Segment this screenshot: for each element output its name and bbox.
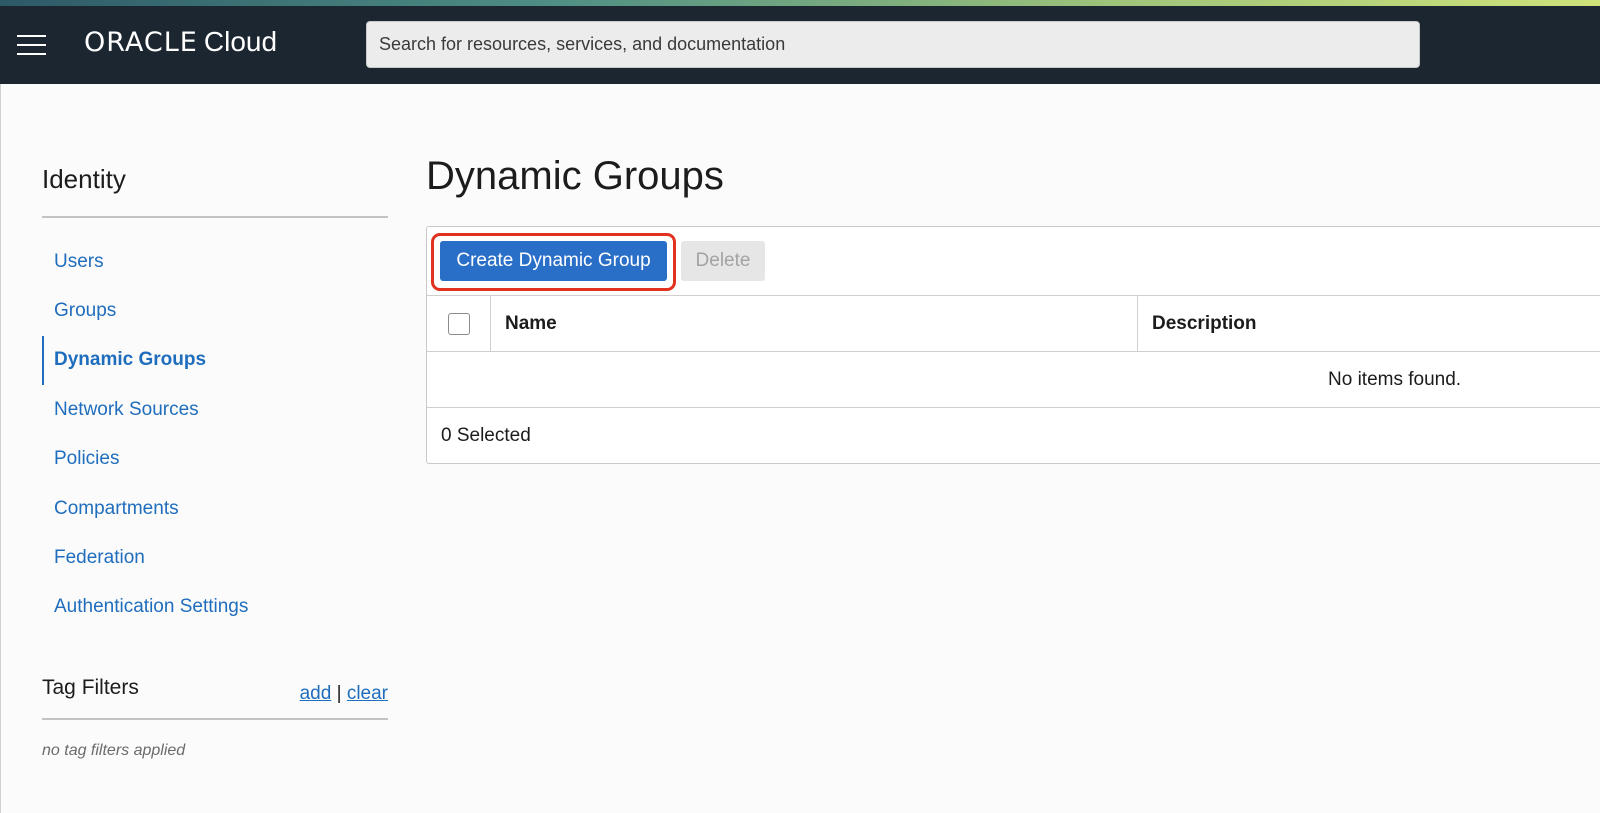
logo-brand: ORACLE — [84, 27, 198, 58]
sidebar-item-compartments[interactable]: Compartments — [42, 484, 388, 533]
sidebar-item-users[interactable]: Users — [42, 237, 388, 286]
sidebar-item-network-sources[interactable]: Network Sources — [42, 385, 388, 434]
column-divider-description — [1137, 296, 1138, 351]
column-divider-checkbox — [490, 296, 491, 351]
delete-button[interactable]: Delete — [681, 241, 765, 281]
sidebar-item-groups[interactable]: Groups — [42, 286, 388, 335]
tag-filters-empty-text: no tag filters applied — [42, 742, 186, 759]
sidebar-item-policies[interactable]: Policies — [42, 435, 388, 484]
tag-filter-separator: | — [336, 683, 342, 704]
oracle-cloud-logo[interactable]: ORACLE Cloud — [84, 26, 277, 66]
column-header-name[interactable]: Name — [505, 313, 557, 335]
sidebar-nav: Users Groups Dynamic Groups Network Sour… — [42, 237, 388, 632]
sidebar-item-dynamic-groups[interactable]: Dynamic Groups — [42, 335, 388, 386]
table-empty-message: No items found. — [1328, 369, 1462, 390]
table-header-bottom-border — [427, 351, 1600, 352]
tag-filters-divider — [42, 718, 388, 720]
sidebar-item-authentication-settings[interactable]: Authentication Settings — [42, 583, 388, 632]
table-header-top-border — [427, 295, 1600, 296]
logo-product: Cloud — [203, 26, 278, 57]
left-edge-divider — [0, 84, 1, 813]
selected-count: 0 Selected — [441, 425, 531, 446]
column-header-description[interactable]: Description — [1152, 313, 1257, 335]
sidebar-divider — [42, 216, 388, 218]
tag-filters-title: Tag Filters — [42, 676, 139, 699]
tag-filter-actions: add | clear — [300, 683, 388, 705]
hamburger-menu-icon[interactable] — [17, 35, 46, 55]
sidebar-item-federation[interactable]: Federation — [42, 533, 388, 582]
top-header: ORACLE Cloud — [0, 6, 1600, 84]
search-input[interactable] — [366, 21, 1420, 68]
create-dynamic-group-button[interactable]: Create Dynamic Group — [440, 241, 667, 281]
add-tag-filter-link[interactable]: add — [300, 683, 332, 704]
page-title: Dynamic Groups — [426, 154, 724, 198]
table-footer-border — [427, 407, 1600, 408]
select-all-checkbox[interactable] — [448, 313, 470, 335]
clear-tag-filters-link[interactable]: clear — [347, 683, 388, 704]
sidebar-title: Identity — [42, 164, 126, 194]
